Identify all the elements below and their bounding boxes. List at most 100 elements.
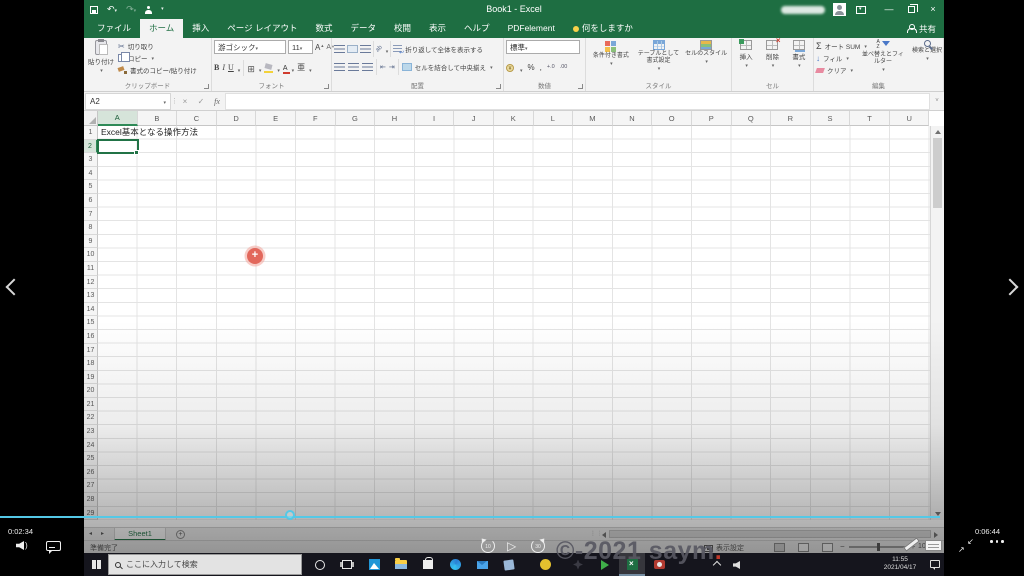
- ribbon-tab-view[interactable]: 表示: [420, 19, 455, 38]
- col-header-C[interactable]: C: [177, 111, 217, 126]
- sort-filter-button[interactable]: 並べ替えとフィルター: [862, 39, 904, 78]
- ribbon-tab-formulas[interactable]: 数式: [306, 19, 341, 38]
- row-header-11[interactable]: 11: [84, 261, 98, 276]
- col-header-A[interactable]: A: [98, 111, 138, 126]
- decrease-indent-icon[interactable]: ⇤: [380, 64, 386, 71]
- name-box[interactable]: A2: [85, 92, 171, 110]
- insert-function-icon[interactable]: fx: [209, 97, 225, 106]
- row-header-19[interactable]: 19: [84, 370, 98, 385]
- row-header-15[interactable]: 15: [84, 316, 98, 330]
- ribbon-tab-tell-me[interactable]: 何をしますか: [564, 19, 642, 38]
- col-header-I[interactable]: I: [414, 111, 455, 126]
- row-header-26[interactable]: 26: [84, 465, 98, 480]
- insert-cells-button[interactable]: 挿入: [734, 39, 758, 78]
- font-name-combo[interactable]: 游ゴシック: [214, 40, 286, 54]
- col-header-E[interactable]: E: [256, 111, 296, 126]
- row-header-16[interactable]: 16: [84, 329, 98, 344]
- col-header-L[interactable]: L: [533, 111, 574, 126]
- active-cell-selection[interactable]: [97, 138, 139, 155]
- align-center-icon[interactable]: [348, 63, 359, 71]
- align-left-icon[interactable]: [334, 63, 345, 71]
- borders-icon[interactable]: [247, 59, 255, 77]
- task-view-button[interactable]: [334, 553, 360, 576]
- zoom-out-icon[interactable]: −: [840, 543, 845, 551]
- add-sheet-icon[interactable]: +: [176, 530, 185, 539]
- annotate-note-icon[interactable]: [925, 540, 942, 551]
- comma-style-icon[interactable]: ,: [540, 64, 542, 72]
- col-header-P[interactable]: P: [691, 111, 732, 126]
- col-header-D[interactable]: D: [216, 111, 257, 126]
- decrease-decimal-icon[interactable]: .00: [560, 65, 568, 71]
- col-header-U[interactable]: U: [889, 111, 930, 126]
- ribbon-tab-page-layout[interactable]: ページ レイアウト: [218, 19, 306, 38]
- row-header-17[interactable]: 17: [84, 343, 98, 358]
- row-header-2[interactable]: 2: [84, 139, 98, 154]
- find-select-button[interactable]: 検索と選択: [906, 40, 944, 78]
- edge-button[interactable]: [442, 553, 468, 576]
- formula-input[interactable]: [225, 92, 930, 110]
- underline-button[interactable]: U: [228, 64, 234, 72]
- notification-center-icon[interactable]: [930, 560, 940, 570]
- ribbon-tab-data[interactable]: データ: [342, 19, 386, 38]
- align-bottom-icon[interactable]: [360, 45, 371, 53]
- row-header-10[interactable]: 10: [84, 248, 98, 262]
- vertical-scrollbar[interactable]: [930, 126, 944, 520]
- number-format-combo[interactable]: 標準: [506, 40, 580, 54]
- col-header-T[interactable]: T: [850, 111, 890, 126]
- col-header-B[interactable]: B: [137, 111, 178, 126]
- play-button[interactable]: ▷: [507, 538, 516, 554]
- col-header-N[interactable]: N: [612, 111, 653, 126]
- cut-button[interactable]: 切り取り: [118, 41, 197, 51]
- align-right-icon[interactable]: [362, 63, 373, 71]
- zoom-slider-thumb[interactable]: [876, 543, 880, 552]
- merge-center-button[interactable]: セルを結合して中央揃え: [401, 62, 493, 72]
- row-header-8[interactable]: 8: [84, 221, 98, 235]
- percent-style-icon[interactable]: %: [528, 64, 535, 72]
- taskbar-search-input[interactable]: ここに入力して検索: [108, 554, 302, 575]
- expand-formula-bar-icon[interactable]: ˅: [930, 98, 944, 104]
- video-progress-bar[interactable]: [0, 516, 940, 518]
- yellow-app-button[interactable]: [532, 553, 558, 576]
- increase-font-icon[interactable]: A: [315, 43, 324, 52]
- dialog-launcher-icon[interactable]: [578, 84, 583, 89]
- conditional-formatting-button[interactable]: 条件付き書式: [588, 40, 634, 78]
- increase-decimal-icon[interactable]: +.0: [547, 65, 555, 71]
- restore-button[interactable]: [900, 0, 922, 19]
- exit-fullscreen-icon[interactable]: ↙ ↗: [958, 538, 974, 554]
- row-header-28[interactable]: 28: [84, 493, 98, 507]
- row-header-18[interactable]: 18: [84, 357, 98, 371]
- cancel-icon[interactable]: ×: [177, 97, 193, 106]
- wrap-text-button[interactable]: 折り返して全体を表示する: [393, 44, 483, 56]
- font-size-combo[interactable]: 11: [288, 40, 313, 54]
- more-options-icon[interactable]: [990, 540, 1004, 543]
- col-header-G[interactable]: G: [335, 111, 376, 126]
- sheet-next-icon[interactable]: ▸: [101, 531, 104, 537]
- format-cells-button[interactable]: 書式: [787, 40, 811, 78]
- page-layout-view-button[interactable]: [798, 543, 809, 552]
- dialog-launcher-icon[interactable]: [496, 84, 501, 89]
- ribbon-tab-insert[interactable]: 挿入: [183, 19, 218, 38]
- currency-format-icon[interactable]: ¥: [506, 64, 514, 72]
- sheet-prev-icon[interactable]: ◂: [89, 531, 92, 537]
- col-header-M[interactable]: M: [573, 111, 613, 126]
- rewind-10-button[interactable]: 10: [481, 539, 495, 553]
- ribbon-tab-home[interactable]: ホーム: [140, 19, 184, 38]
- cortana-button[interactable]: [307, 553, 333, 576]
- row-header-12[interactable]: 12: [84, 275, 98, 290]
- ribbon-tab-review[interactable]: 校閲: [385, 19, 420, 38]
- copy-button[interactable]: コピー: [118, 52, 197, 63]
- previous-chevron-icon[interactable]: [5, 278, 23, 296]
- format-painter-button[interactable]: 書式のコピー/貼り付け: [118, 65, 197, 75]
- row-header-4[interactable]: 4: [84, 166, 98, 181]
- row-header-27[interactable]: 27: [84, 479, 98, 494]
- row-header-21[interactable]: 21: [84, 397, 98, 412]
- delete-cells-button[interactable]: 削除: [760, 36, 784, 78]
- row-header-25[interactable]: 25: [84, 452, 98, 466]
- select-all-corner[interactable]: [84, 111, 98, 126]
- name-box-dropdown-icon[interactable]: [162, 97, 166, 106]
- ribbon-tab-pdfelement[interactable]: PDFelement: [499, 19, 564, 38]
- dialog-launcher-icon[interactable]: [204, 84, 209, 89]
- row-header-1[interactable]: 1: [84, 126, 98, 140]
- paste-button[interactable]: 貼り付け: [86, 39, 116, 78]
- cell-styles-button[interactable]: セルのスタイル: [683, 40, 729, 78]
